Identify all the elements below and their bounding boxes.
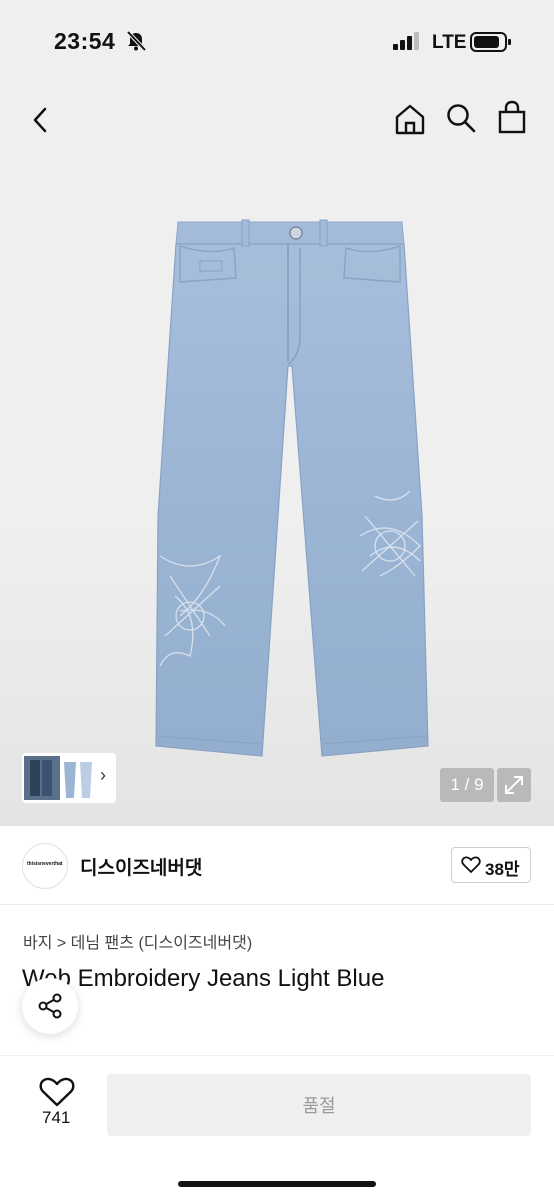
wishlist-count: 741 [42, 1108, 71, 1127]
signal-icon [393, 32, 419, 50]
product-title: Web Embroidery Jeans Light Blue [22, 965, 385, 992]
expand-button[interactable] [497, 768, 531, 802]
store-like-count: 38만 [485, 860, 520, 879]
status-bar: 23:54 LTE [0, 0, 554, 84]
home-icon[interactable] [393, 102, 427, 136]
store-logo-text: thisisneverthat [27, 861, 63, 867]
thumbnail-arrow: › [100, 765, 106, 785]
product-gallery[interactable] [0, 156, 554, 826]
bell-muted-icon [126, 30, 147, 52]
heart-icon [461, 856, 481, 873]
store-row: thisisneverthat 디스이즈네버댓 38만 [0, 826, 554, 905]
chevron-left-icon[interactable] [28, 106, 52, 134]
store-name[interactable]: 디스이즈네버댓 [80, 853, 202, 880]
share-icon [38, 993, 62, 1019]
bottom-bar: 741 품절 [0, 1055, 554, 1201]
status-time: 23:54 [54, 28, 116, 54]
share-button[interactable] [22, 978, 78, 1034]
gallery-thumbnail[interactable]: › [22, 753, 116, 803]
sold-out-button[interactable]: 품절 [107, 1074, 531, 1136]
thumbnail-image [24, 756, 92, 800]
store-logo[interactable]: thisisneverthat [22, 843, 68, 889]
wishlist-heart-icon[interactable] [38, 1076, 76, 1108]
battery-icon [470, 32, 511, 52]
image-counter: 1 / 9 [440, 768, 494, 802]
expand-icon [505, 776, 523, 794]
top-nav [0, 84, 554, 156]
store-like-button[interactable]: 38만 [451, 847, 531, 883]
home-indicator [178, 1181, 376, 1187]
shopping-bag-icon[interactable] [497, 100, 527, 134]
network-label: LTE [432, 32, 467, 53]
product-image-jeans [155, 219, 429, 757]
breadcrumb[interactable]: 바지 > 데님 팬츠 (디스이즈네버댓) [23, 929, 252, 953]
search-icon[interactable] [445, 102, 477, 134]
